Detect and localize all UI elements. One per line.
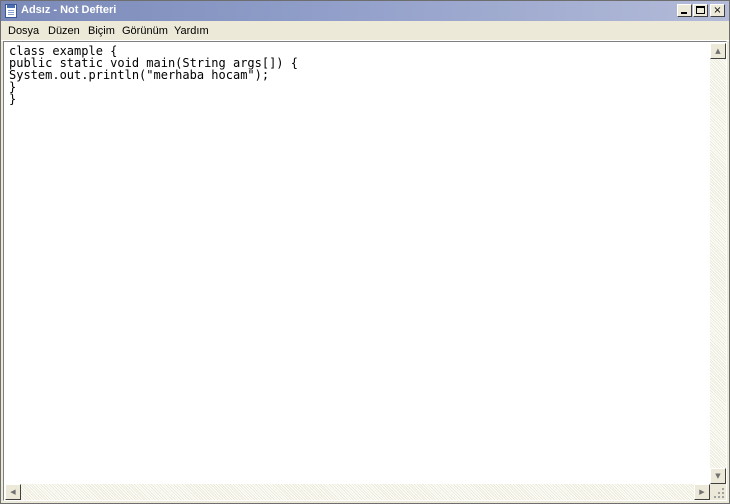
- scroll-right-button[interactable]: ▶: [694, 484, 710, 500]
- arrow-down-icon: ▼: [715, 472, 721, 480]
- editor-frame: class example { public static void main(…: [3, 41, 727, 501]
- title-bar[interactable]: Adsız - Not Defteri ×: [1, 1, 729, 21]
- vertical-scrollbar[interactable]: ▲ ▼: [710, 43, 726, 484]
- notepad-window: Adsız - Not Defteri × Dosya Düzen Biçim …: [0, 0, 730, 504]
- menu-item-yardim[interactable]: Yardım: [174, 25, 209, 37]
- menu-item-gorunum[interactable]: Görünüm: [122, 25, 168, 37]
- text-line: }: [9, 92, 17, 106]
- close-button[interactable]: ×: [710, 4, 725, 17]
- close-icon: ×: [713, 5, 722, 16]
- text-line: System.out.println("merhaba hocam");: [9, 68, 270, 82]
- menu-bar: Dosya Düzen Biçim Görünüm Yardım: [1, 21, 729, 41]
- notepad-app-icon[interactable]: [5, 4, 17, 18]
- menu-item-duzen[interactable]: Düzen: [48, 25, 80, 37]
- arrow-right-icon: ▶: [699, 488, 705, 496]
- arrow-up-icon: ▲: [715, 47, 721, 55]
- minimize-button[interactable]: [677, 4, 692, 17]
- menu-item-dosya[interactable]: Dosya: [8, 25, 39, 37]
- minimize-icon: [681, 12, 687, 14]
- text-editor[interactable]: class example { public static void main(…: [5, 43, 710, 484]
- maximize-button[interactable]: [693, 4, 708, 17]
- scroll-down-button[interactable]: ▼: [710, 468, 726, 484]
- scroll-up-button[interactable]: ▲: [710, 43, 726, 59]
- maximize-icon: [696, 6, 705, 14]
- menu-item-bicim[interactable]: Biçim: [88, 25, 115, 37]
- arrow-left-icon: ◀: [10, 488, 16, 496]
- scroll-left-button[interactable]: ◀: [5, 484, 21, 500]
- window-title: Adsız - Not Defteri: [21, 4, 117, 16]
- resize-grip-icon[interactable]: [710, 484, 726, 500]
- horizontal-scrollbar[interactable]: ◀ ▶: [5, 484, 710, 500]
